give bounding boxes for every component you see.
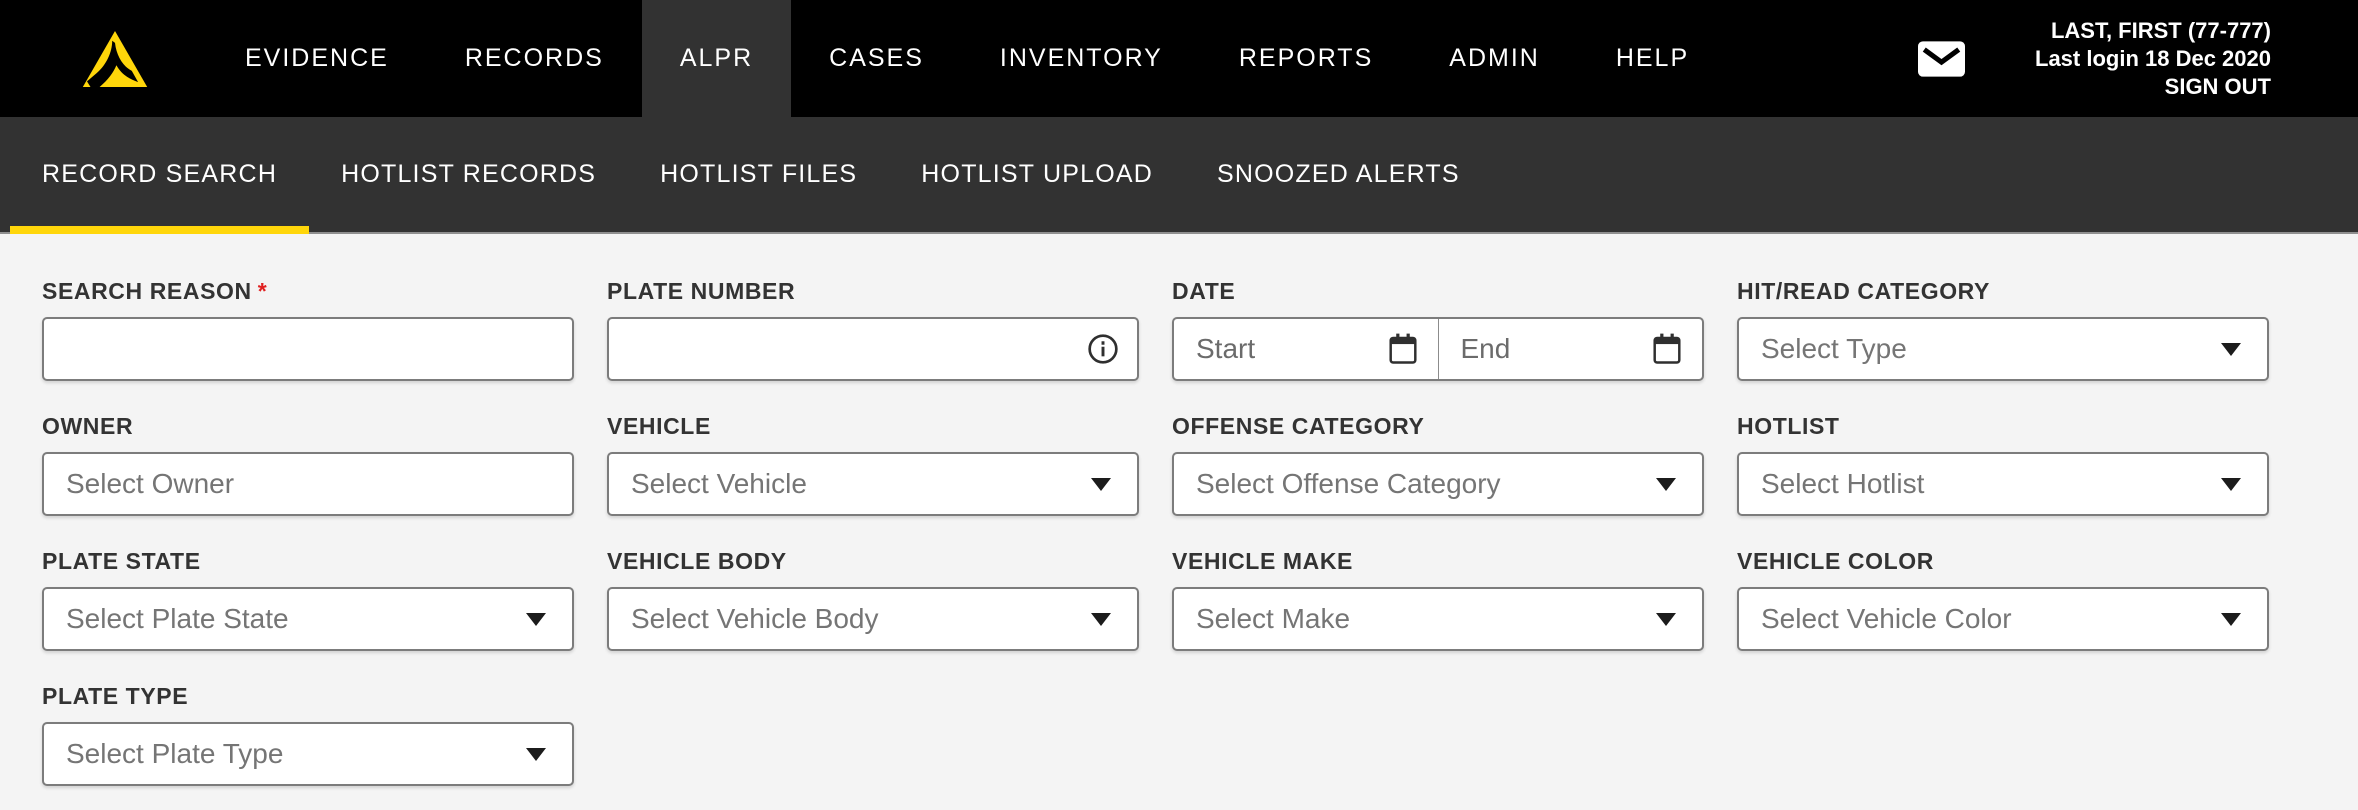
hotlist-label: HOTLIST [1737, 413, 2269, 439]
messages-button[interactable] [1918, 0, 1965, 117]
chevron-down-icon [526, 613, 546, 626]
chevron-down-icon [1656, 478, 1676, 491]
field-plate-number: PLATE NUMBER [607, 278, 1139, 381]
plate-state-select[interactable]: Select Plate State [42, 587, 574, 651]
field-offense-category: OFFENSE CATEGORY Select Offense Category [1172, 413, 1704, 516]
vehicle-color-select[interactable]: Select Vehicle Color [1737, 587, 2269, 651]
select-placeholder: Select Vehicle Color [1761, 603, 2012, 635]
vehicle-select[interactable]: Select Vehicle [607, 452, 1139, 516]
envelope-icon [1918, 41, 1965, 77]
user-info: LAST, FIRST (77-777) Last login 18 Dec 2… [2035, 0, 2358, 117]
select-placeholder: Select Type [1761, 333, 1907, 365]
select-placeholder: Select Plate State [66, 603, 289, 635]
offense-category-label: OFFENSE CATEGORY [1172, 413, 1704, 439]
vehicle-body-label: VEHICLE BODY [607, 548, 1139, 574]
tab-hotlist-files[interactable]: HOTLIST FILES [628, 117, 889, 232]
tab-label: HOTLIST RECORDS [341, 160, 596, 189]
tab-record-search[interactable]: RECORD SEARCH [10, 117, 309, 232]
tab-label: HOTLIST UPLOAD [921, 160, 1153, 189]
nav-item-help[interactable]: HELP [1578, 0, 1727, 117]
plate-state-label: PLATE STATE [42, 548, 574, 574]
label-text: SEARCH REASON [42, 278, 252, 304]
owner-input[interactable] [42, 452, 574, 516]
chevron-down-icon [2221, 478, 2241, 491]
plate-number-input[interactable] [607, 317, 1139, 381]
info-icon[interactable] [1087, 333, 1119, 365]
chevron-down-icon [2221, 343, 2241, 356]
date-label: DATE [1172, 278, 1704, 304]
hit-read-category-label: HIT/READ CATEGORY [1737, 278, 2269, 304]
calendar-icon[interactable] [1652, 333, 1682, 365]
field-plate-state: PLATE STATE Select Plate State [42, 548, 574, 651]
sign-out-link[interactable]: SIGN OUT [2165, 73, 2271, 101]
chevron-down-icon [1656, 613, 1676, 626]
user-name: LAST, FIRST (77-777) [2051, 17, 2271, 45]
select-placeholder: Select Plate Type [66, 738, 283, 770]
tab-hotlist-records[interactable]: HOTLIST RECORDS [309, 117, 628, 232]
field-vehicle: VEHICLE Select Vehicle [607, 413, 1139, 516]
offense-category-select[interactable]: Select Offense Category [1172, 452, 1704, 516]
date-start-placeholder: Start [1196, 333, 1255, 365]
vehicle-label: VEHICLE [607, 413, 1139, 439]
plate-number-label: PLATE NUMBER [607, 278, 1139, 304]
field-plate-type: PLATE TYPE Select Plate Type [42, 683, 574, 786]
tab-hotlist-upload[interactable]: HOTLIST UPLOAD [889, 117, 1185, 232]
plate-type-label: PLATE TYPE [42, 683, 574, 709]
tab-snoozed-alerts[interactable]: SNOOZED ALERTS [1185, 117, 1492, 232]
axon-delta-icon [80, 21, 150, 97]
nav-item-evidence[interactable]: EVIDENCE [207, 0, 427, 117]
date-start-input[interactable]: Start [1174, 319, 1438, 379]
nav-item-alpr[interactable]: ALPR [642, 0, 791, 117]
vehicle-body-select[interactable]: Select Vehicle Body [607, 587, 1139, 651]
field-vehicle-make: VEHICLE MAKE Select Make [1172, 548, 1704, 651]
select-placeholder: Select Make [1196, 603, 1350, 635]
field-vehicle-body: VEHICLE BODY Select Vehicle Body [607, 548, 1139, 651]
hit-read-category-select[interactable]: Select Type [1737, 317, 2269, 381]
header-spacer [1727, 0, 1918, 117]
select-placeholder: Select Offense Category [1196, 468, 1501, 500]
tab-label: SNOOZED ALERTS [1217, 160, 1460, 189]
nav-item-cases[interactable]: CASES [791, 0, 962, 117]
nav-item-records[interactable]: RECORDS [427, 0, 642, 117]
field-vehicle-color: VEHICLE COLOR Select Vehicle Color [1737, 548, 2269, 651]
field-hotlist: HOTLIST Select Hotlist [1737, 413, 2269, 516]
chevron-down-icon [2221, 613, 2241, 626]
primary-nav: EVIDENCE RECORDS ALPR CASES INVENTORY RE… [207, 0, 1727, 117]
field-search-reason: SEARCH REASON* [42, 278, 574, 381]
brand-logo[interactable] [0, 0, 207, 117]
alpr-subnav: RECORD SEARCH HOTLIST RECORDS HOTLIST FI… [0, 117, 2358, 234]
nav-item-reports[interactable]: REPORTS [1201, 0, 1411, 117]
record-search-form: SEARCH REASON* PLATE NUMBER DATE [0, 234, 2358, 786]
date-end-input[interactable]: End [1439, 319, 1703, 379]
select-placeholder: Select Vehicle [631, 468, 807, 500]
date-end-placeholder: End [1461, 333, 1511, 365]
vehicle-make-label: VEHICLE MAKE [1172, 548, 1704, 574]
plate-type-select[interactable]: Select Plate Type [42, 722, 574, 786]
nav-item-inventory[interactable]: INVENTORY [962, 0, 1201, 117]
chevron-down-icon [1091, 613, 1111, 626]
tab-label: HOTLIST FILES [660, 160, 857, 189]
hotlist-select[interactable]: Select Hotlist [1737, 452, 2269, 516]
search-reason-input[interactable] [42, 317, 574, 381]
top-header: EVIDENCE RECORDS ALPR CASES INVENTORY RE… [0, 0, 2358, 117]
vehicle-make-select[interactable]: Select Make [1172, 587, 1704, 651]
date-range-control: Start End [1172, 317, 1704, 381]
chevron-down-icon [1091, 478, 1111, 491]
nav-item-admin[interactable]: ADMIN [1411, 0, 1578, 117]
field-hit-read-category: HIT/READ CATEGORY Select Type [1737, 278, 2269, 381]
field-owner: OWNER [42, 413, 574, 516]
search-reason-label: SEARCH REASON* [42, 278, 574, 304]
required-asterisk: * [258, 278, 268, 304]
owner-label: OWNER [42, 413, 574, 439]
select-placeholder: Select Hotlist [1761, 468, 1924, 500]
vehicle-color-label: VEHICLE COLOR [1737, 548, 2269, 574]
field-date: DATE Start End [1172, 278, 1704, 381]
last-login: Last login 18 Dec 2020 [2035, 45, 2271, 73]
active-tab-indicator [10, 226, 309, 234]
calendar-icon[interactable] [1388, 333, 1418, 365]
tab-label: RECORD SEARCH [42, 160, 277, 189]
chevron-down-icon [526, 748, 546, 761]
select-placeholder: Select Vehicle Body [631, 603, 879, 635]
